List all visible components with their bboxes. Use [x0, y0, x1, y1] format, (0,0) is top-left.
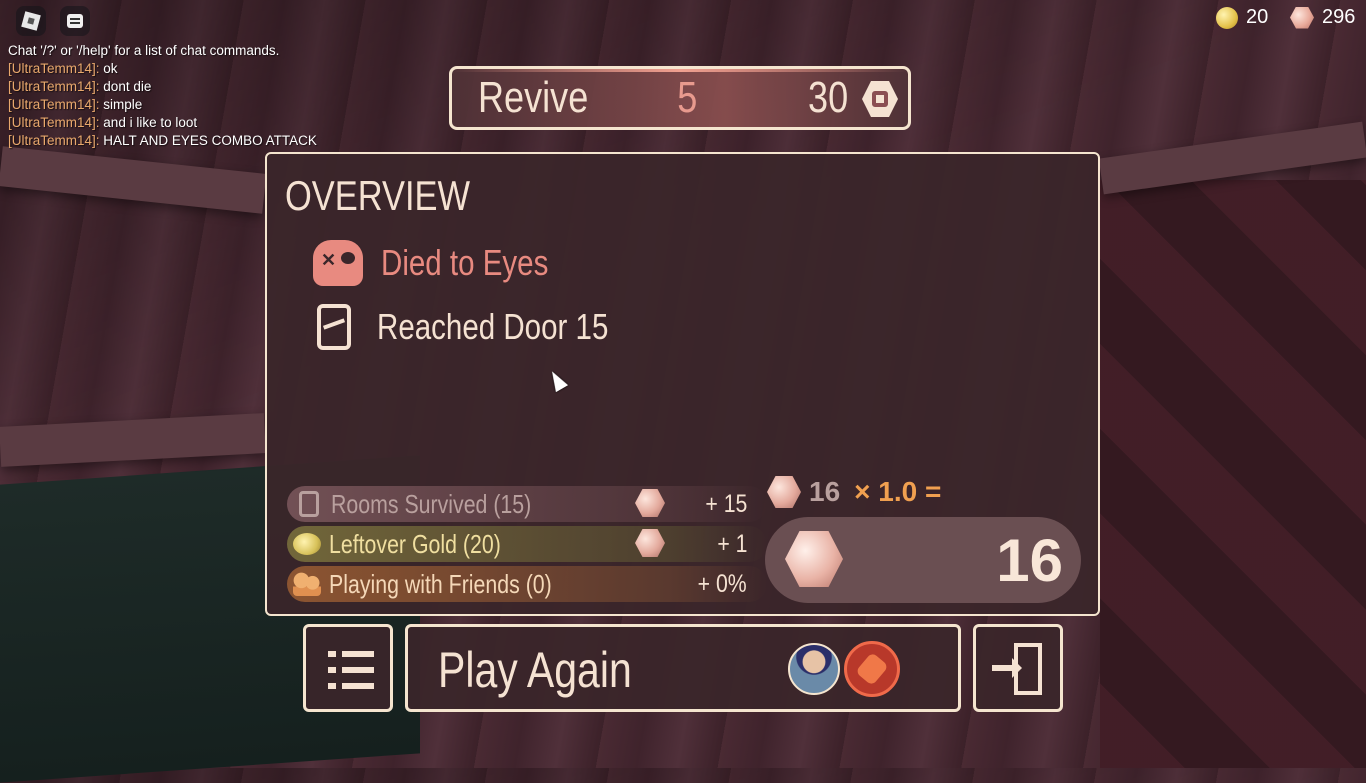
formula-multiplier: × 1.0 =: [854, 476, 942, 507]
robux-icon: [862, 81, 898, 117]
chat-author: [UltraTemm14]:: [8, 115, 100, 130]
bonus-row-friends: Playing with Friends (0) + 0%: [287, 566, 767, 602]
chat-system-message: Chat '/?' or '/help' for a list of chat …: [8, 43, 280, 58]
skull-icon: [313, 240, 363, 286]
revive-price: 30: [808, 73, 849, 122]
chat-log: Chat '/?' or '/help' for a list of chat …: [8, 42, 317, 150]
revive-count: 5: [677, 73, 698, 122]
chat-text: ok: [103, 61, 118, 76]
exit-arrow-icon: [992, 658, 1022, 678]
chat-message: [UltraTemm14]: HALT AND EYES COMBO ATTAC…: [8, 132, 317, 150]
play-again-label: Play Again: [438, 642, 632, 698]
death-cause-text: Died to Eyes: [381, 242, 549, 283]
overview-panel: OVERVIEW Died to Eyes Reached Door 15 Ro…: [265, 152, 1100, 616]
knob-icon: [635, 489, 665, 517]
stats-list-button[interactable]: [303, 624, 393, 712]
exit-button[interactable]: [973, 624, 1063, 712]
chat-author: [UltraTemm14]:: [8, 61, 100, 76]
roblox-logo-icon: [21, 11, 41, 31]
chat-text: simple: [103, 97, 143, 112]
chat-author: [UltraTemm14]:: [8, 133, 100, 148]
door-reached-text: Reached Door 15: [377, 306, 609, 347]
bonus-row-gold: Leftover Gold (20) + 1: [287, 526, 767, 562]
chat-message: [UltraTemm14]: and i like to loot: [8, 114, 317, 132]
party-avatar-icon: [844, 641, 900, 697]
revive-button[interactable]: Revive 5 30: [449, 66, 911, 130]
panel-title: OVERVIEW: [285, 172, 470, 219]
background-beam: [0, 146, 267, 214]
knob-total: 16: [765, 517, 1081, 603]
knob-icon: [767, 476, 801, 508]
background-wall: [1100, 180, 1366, 768]
gold-counter: 20: [1216, 6, 1268, 29]
chat-message: [UltraTemm14]: simple: [8, 96, 317, 114]
gold-coin-icon: [1216, 6, 1238, 29]
chat-toggle-button[interactable]: [60, 6, 90, 36]
chat-text: and i like to loot: [103, 115, 198, 130]
list-icon: [328, 651, 374, 689]
bonus-row-rooms: Rooms Survived (15) + 15: [287, 486, 767, 522]
player-avatar: [788, 643, 840, 695]
bonus-label: Rooms Survived (15): [331, 488, 532, 519]
knob-icon: [785, 531, 843, 587]
gold-coins-icon: [293, 533, 321, 555]
chat-author: [UltraTemm14]:: [8, 97, 100, 112]
revive-label: Revive: [478, 73, 589, 122]
death-cause-row: Died to Eyes: [313, 240, 585, 286]
chat-text: HALT AND EYES COMBO ATTACK: [103, 133, 317, 148]
chat-author: [UltraTemm14]:: [8, 79, 100, 94]
formula-base: 16: [809, 476, 841, 507]
knob-total-value: 16: [996, 526, 1063, 594]
friends-icon: [293, 572, 321, 596]
chat-message: [UltraTemm14]: dont die: [8, 78, 317, 96]
bonus-label: Leftover Gold (20): [329, 528, 501, 559]
chat-message: [UltraTemm14]: ok: [8, 60, 317, 78]
chat-text: dont die: [103, 79, 152, 94]
bonus-value: + 1: [716, 529, 747, 558]
bonus-value: + 0%: [697, 569, 747, 598]
knob-icon: [635, 529, 665, 557]
knob-formula: 16 × 1.0 =: [767, 476, 941, 508]
knobs-counter: 296: [1290, 6, 1355, 29]
roblox-menu-button[interactable]: [16, 6, 46, 36]
play-again-button[interactable]: Play Again: [405, 624, 961, 712]
door-reached-row: Reached Door 15: [313, 304, 659, 350]
bonus-label: Playing with Friends (0): [329, 568, 552, 599]
chat-icon: [67, 14, 83, 28]
door-icon: [317, 304, 351, 350]
door-icon: [299, 491, 319, 517]
gold-count: 20: [1246, 6, 1269, 28]
knob-icon: [1290, 6, 1314, 29]
bonus-value: + 15: [705, 489, 747, 518]
background-beam: [0, 413, 266, 467]
knobs-count: 296: [1322, 6, 1356, 28]
